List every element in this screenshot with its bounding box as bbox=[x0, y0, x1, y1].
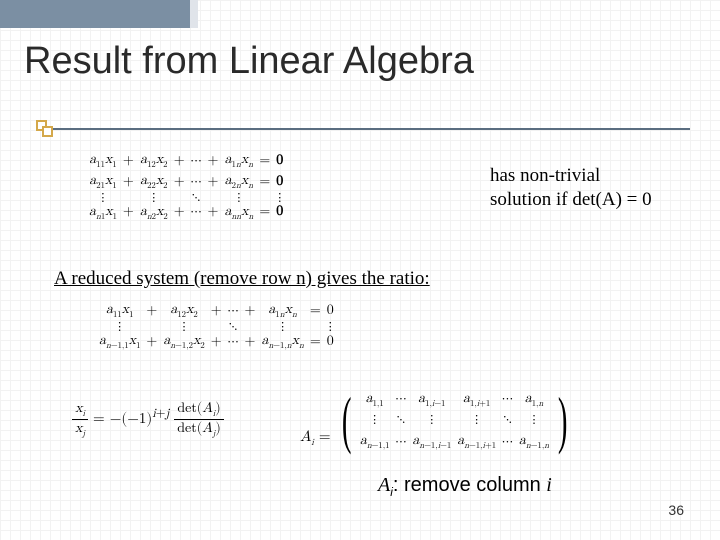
footer-rest: : remove column bbox=[393, 474, 546, 496]
ratio-formula: xi xj = −(−1)i+j det(Ai) det(Aj) bbox=[72, 400, 224, 439]
note-nontrivial: has non-trivial solution if det(A) = 0 bbox=[490, 164, 652, 212]
ratio-rhs-den: det(Aj) bbox=[174, 420, 224, 439]
accent-icon bbox=[36, 120, 54, 138]
slide-content: Result from Linear Algebra a11x1+a12x2+⋯… bbox=[0, 0, 720, 540]
page-number: 36 bbox=[668, 502, 684, 518]
ratio-rhs-num: det(Ai) bbox=[174, 400, 224, 420]
ratio-lhs-num: xi bbox=[72, 400, 88, 420]
equation-system-2: a11x1+a12x2+⋯+a1nxn=0 ⋮⋮⋱⋮⋮ an−1,1x1+an−… bbox=[96, 300, 337, 352]
top-bar-light bbox=[190, 0, 198, 28]
matrix-Ai: Ai = ( a1,1⋯a1,i−1a1,i+1⋯a1,n ⋮⋱⋮⋮⋱⋮ an−… bbox=[300, 388, 573, 452]
equation-system-1: a11x1+a12x2+⋯+a1nxn=0 a21x1+a22x2+⋯+a2nx… bbox=[86, 150, 286, 222]
title-rule bbox=[52, 128, 690, 130]
ratio-eq: = −(−1)i+j bbox=[93, 411, 174, 426]
subheading-reduced: A reduced system (remove row n) gives th… bbox=[54, 268, 430, 290]
note-line2: solution if det(A) = 0 bbox=[490, 189, 652, 210]
title-row: Result from Linear Algebra bbox=[0, 28, 720, 89]
ratio-lhs-den: xj bbox=[72, 420, 88, 439]
footer-var: i bbox=[546, 474, 552, 496]
top-bar bbox=[0, 0, 720, 28]
note-line1: has non-trivial bbox=[490, 165, 600, 186]
top-bar-dark bbox=[0, 0, 190, 28]
footer-note: Ai: remove column i bbox=[378, 474, 552, 499]
slide-title: Result from Linear Algebra bbox=[24, 40, 474, 83]
footer-A: A bbox=[378, 474, 390, 496]
